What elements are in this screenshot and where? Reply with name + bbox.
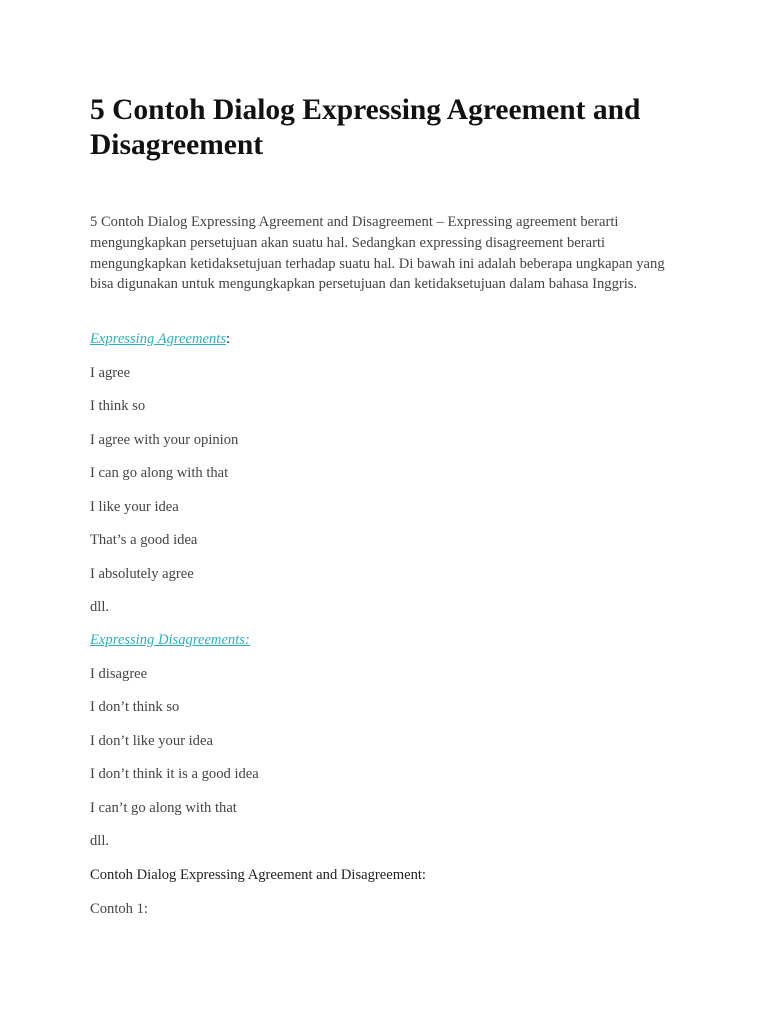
dialog-heading: Contoh Dialog Expressing Agreement and D…	[90, 867, 426, 883]
disagreement-item: I don’t like your idea	[90, 733, 213, 749]
disagreement-item: I disagree	[90, 666, 148, 682]
agreement-item: I agree with your opinion	[90, 432, 239, 448]
expressing-disagreements-link[interactable]: Expressing Disagreements:	[90, 632, 250, 648]
agreement-item: I think so	[90, 398, 146, 414]
disagreements-heading: Expressing Disagreements:	[90, 631, 250, 649]
disagreement-item: I don’t think so	[90, 699, 180, 715]
agreement-item: I can go along with that	[90, 465, 229, 481]
expressing-agreements-link[interactable]: Expressing Agreements	[90, 331, 226, 347]
disagreement-item: dll.	[90, 833, 110, 849]
agreements-heading: Expressing Agreements:	[90, 330, 230, 348]
article-title: 5 Contoh Dialog Expressing Agreement and…	[90, 94, 641, 161]
agreement-item: I absolutely agree	[90, 566, 194, 582]
agreement-item: That’s a good idea	[90, 532, 198, 548]
agreement-item: dll.	[90, 599, 110, 615]
agreements-heading-colon: :	[226, 331, 231, 347]
agreement-item: I agree	[90, 365, 131, 381]
intro-paragraph: 5 Contoh Dialog Expressing Agreement and…	[90, 214, 665, 293]
example-label: Contoh 1:	[90, 901, 148, 917]
disagreement-item: I can’t go along with that	[90, 800, 237, 816]
disagreement-item: I don’t think it is a good idea	[90, 766, 259, 782]
agreement-item: I like your idea	[90, 499, 179, 515]
